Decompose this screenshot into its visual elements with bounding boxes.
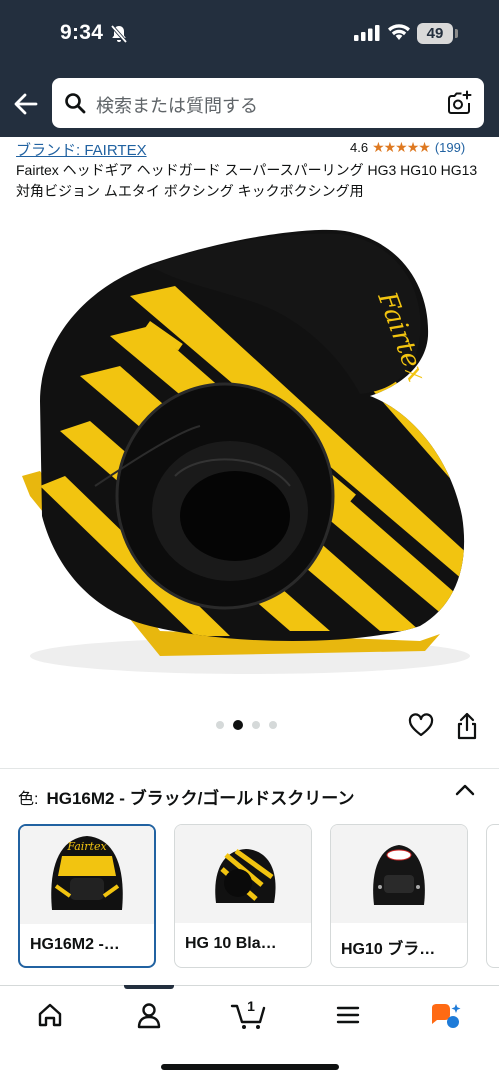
gallery-dot[interactable] [269, 721, 277, 729]
swatch-label: HG 10 Bla… [185, 935, 277, 952]
rating-value: 4.6 [350, 140, 369, 155]
product-title: Fairtex ヘッドギア ヘッドガード スーパースパーリング HG3 HG10… [16, 162, 478, 199]
bell-mute-icon [110, 24, 128, 44]
color-label: 色: [18, 791, 39, 808]
cart-icon[interactable]: 1 [228, 996, 272, 1030]
color-swatch-more[interactable] [486, 824, 499, 968]
status-time: 9:34 [60, 21, 104, 44]
signal-icon [354, 25, 380, 41]
chevron-up-icon[interactable] [454, 782, 476, 798]
swatch-image [331, 825, 467, 923]
color-swatch-hg10-black-jp[interactable]: HG10 ブラ… [330, 824, 468, 968]
swatch-image [175, 825, 311, 923]
share-icon[interactable] [455, 712, 479, 740]
product-image-headgear[interactable]: Fairtex [0, 226, 499, 696]
search-placeholder[interactable]: 検索または質問する [96, 92, 258, 118]
rating-stars: ★★★★★ [372, 139, 431, 155]
section-divider [0, 768, 499, 769]
cart-count: 1 [247, 998, 255, 1014]
camera-lens-icon[interactable] [446, 90, 472, 116]
swatch-label: HG10 ブラ… [341, 941, 436, 958]
back-arrow-icon[interactable] [12, 90, 40, 118]
account-icon[interactable] [129, 1000, 169, 1030]
search-bar[interactable]: 検索または質問する [52, 78, 484, 128]
heart-icon[interactable] [408, 713, 434, 739]
nav-active-indicator [124, 985, 174, 989]
gallery-dot-active[interactable] [233, 720, 243, 730]
swatch-image: Fairtex [20, 826, 154, 924]
search-icon [65, 93, 86, 114]
swatch-label: HG16M2 -… [30, 936, 120, 953]
gallery-pagination[interactable] [216, 720, 277, 730]
battery-tip [455, 29, 458, 38]
brand-link[interactable]: ブランド: FAIRTEX [16, 139, 147, 160]
home-indicator [161, 1064, 339, 1070]
menu-icon[interactable] [328, 1000, 368, 1030]
color-selection: 色: HG16M2 - ブラック/ゴールドスクリーン [18, 784, 354, 809]
battery-indicator: 49 [417, 23, 453, 44]
status-bar: 9:34 49 [0, 0, 499, 68]
app-header: 9:34 49 検索または質問する [0, 0, 499, 137]
color-swatch-hg16m2[interactable]: Fairtex HG16M2 -… [18, 824, 156, 968]
rufus-assistant-icon[interactable] [426, 1000, 466, 1030]
gallery-dot[interactable] [252, 721, 260, 729]
svg-text:Fairtex: Fairtex [66, 840, 107, 853]
color-swatch-hg10-black[interactable]: HG 10 Bla… [174, 824, 312, 968]
home-icon[interactable] [30, 1000, 70, 1030]
wifi-icon [388, 24, 410, 40]
color-value: HG16M2 - ブラック/ゴールドスクリーン [46, 789, 355, 808]
review-count[interactable]: (199) [435, 140, 465, 155]
rating-summary[interactable]: 4.6 ★★★★★ (199) [350, 139, 465, 156]
gallery-dot[interactable] [216, 721, 224, 729]
